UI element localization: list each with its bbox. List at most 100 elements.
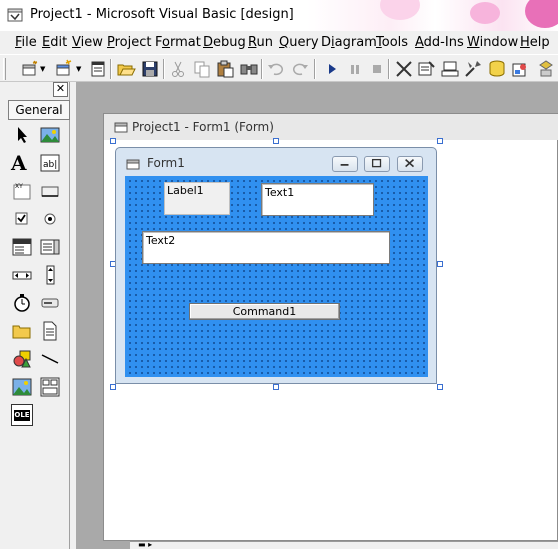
svg-text:ab|: ab| (43, 160, 57, 170)
close-icon (405, 159, 415, 168)
resize-handle[interactable] (273, 384, 279, 390)
toolbar-separator (314, 59, 316, 79)
object-browser-icon[interactable] (463, 59, 483, 79)
menu-window[interactable]: Window (467, 35, 518, 50)
image-icon[interactable] (11, 376, 33, 398)
add-project-icon[interactable] (20, 59, 40, 79)
text1-control[interactable]: Text1 (261, 183, 374, 216)
paste-icon[interactable] (215, 59, 235, 79)
timer-icon[interactable] (11, 292, 33, 314)
commandbutton-icon[interactable] (39, 180, 61, 202)
resize-handle[interactable] (110, 384, 116, 390)
toolbar-separator (388, 59, 390, 79)
end-icon[interactable] (367, 59, 387, 79)
menu-view[interactable]: View (72, 35, 103, 50)
combobox-icon[interactable] (11, 236, 33, 258)
menu-editor-icon[interactable] (88, 59, 108, 79)
title-bar: Project1 - Microsoft Visual Basic [desig… (0, 0, 558, 31)
form-layout-icon[interactable] (440, 59, 460, 79)
menu-run[interactable]: Run (248, 35, 273, 50)
pointer-icon[interactable] (11, 124, 33, 146)
decoration-petal (525, 0, 558, 28)
form1-title: Form1 (147, 156, 185, 170)
toolbar-grip[interactable] (3, 58, 6, 80)
resize-handle[interactable] (437, 138, 443, 144)
toolbox-tab-general[interactable]: General (8, 100, 70, 120)
resize-handle[interactable] (437, 384, 443, 390)
add-form-dropdown-icon[interactable]: ▼ (76, 65, 81, 73)
add-form-icon[interactable] (54, 59, 74, 79)
close-button[interactable] (397, 156, 423, 172)
properties-window-icon[interactable] (416, 59, 436, 79)
menu-tools[interactable]: Tools (376, 35, 408, 50)
text2-control[interactable]: Text2 (142, 231, 390, 264)
filelistbox-icon[interactable] (39, 320, 61, 342)
bottom-scrollbar-area: ▬ ▸ (130, 540, 558, 549)
vscrollbar-icon[interactable] (39, 264, 61, 286)
save-project-icon[interactable] (140, 59, 160, 79)
resize-handle[interactable] (437, 261, 443, 267)
minimize-button[interactable] (332, 156, 358, 172)
ole-icon-label: OLE (14, 410, 30, 421)
window-title: Project1 - Microsoft Visual Basic [desig… (30, 7, 294, 22)
tab-scroll-icon[interactable]: ▬ ▸ (138, 540, 152, 549)
menu-help[interactable]: Help (520, 35, 550, 50)
toolbar-separator (163, 59, 165, 79)
data-icon[interactable] (39, 376, 61, 398)
menu-diagram[interactable]: Diagram (321, 35, 377, 50)
line-icon[interactable] (39, 348, 61, 370)
label1-control[interactable]: Label1 (164, 182, 230, 215)
frame-icon[interactable]: XY (11, 180, 33, 202)
decoration-petal (470, 2, 500, 24)
svg-text:XY: XY (15, 183, 23, 190)
menu-query[interactable]: Query (279, 35, 319, 50)
checkbox-icon[interactable] (11, 208, 33, 230)
menu-project[interactable]: Project (107, 35, 152, 50)
cut-icon[interactable] (168, 59, 188, 79)
form1-icon (126, 159, 140, 170)
listbox-icon[interactable] (39, 236, 61, 258)
form-designer-title: Project1 - Form1 (Form) (132, 120, 274, 134)
form-designer-titlebar[interactable]: Project1 - Form1 (Form) (104, 114, 558, 140)
toolbox-icon[interactable] (510, 59, 530, 79)
menu-debug[interactable]: Debug (203, 35, 246, 50)
toolbar-separator (261, 59, 263, 79)
project-explorer-icon[interactable] (394, 59, 414, 79)
dirlistbox-icon[interactable] (11, 320, 33, 342)
undo-icon[interactable] (266, 59, 286, 79)
toolbox-panel: ✕ General A ab| XY OLE (6, 82, 70, 549)
open-project-icon[interactable] (116, 59, 136, 79)
close-icon[interactable]: ✕ (53, 82, 68, 97)
menu-add-ins[interactable]: Add-Ins (415, 35, 464, 50)
standard-toolbar: ▼ ▼ (0, 54, 558, 82)
menu-format[interactable]: Format (155, 35, 201, 50)
menu-edit[interactable]: Edit (42, 35, 67, 50)
label-icon[interactable]: A (11, 152, 33, 174)
hscrollbar-icon[interactable] (11, 264, 33, 286)
maximize-button[interactable] (364, 156, 390, 172)
redo-icon[interactable] (290, 59, 310, 79)
add-project-dropdown-icon[interactable]: ▼ (40, 65, 45, 73)
find-icon[interactable] (239, 59, 259, 79)
picturebox-icon[interactable] (39, 124, 61, 146)
shape-icon[interactable] (11, 348, 33, 370)
minimize-icon (340, 164, 349, 166)
optionbutton-icon[interactable] (39, 208, 61, 230)
vb-app-icon (7, 8, 23, 22)
menu-bar: File Edit View Project Format Debug Run … (0, 31, 558, 54)
textbox-icon[interactable]: ab| (39, 152, 61, 174)
start-icon[interactable] (322, 59, 342, 79)
decoration-petal (380, 0, 420, 20)
ole-icon[interactable]: OLE (11, 404, 33, 426)
toolbar-overflow-icon[interactable] (536, 59, 556, 79)
copy-icon[interactable] (192, 59, 212, 79)
resize-handle[interactable] (273, 138, 279, 144)
data-view-icon[interactable] (487, 59, 507, 79)
break-icon[interactable] (345, 59, 365, 79)
resize-handle[interactable] (110, 138, 116, 144)
maximize-icon (371, 158, 382, 168)
drivelistbox-icon[interactable] (39, 292, 61, 314)
command1-button[interactable]: Command1 (189, 303, 340, 320)
form1-titlebar[interactable]: Form1 (116, 148, 436, 176)
menu-file[interactable]: File (15, 35, 37, 50)
